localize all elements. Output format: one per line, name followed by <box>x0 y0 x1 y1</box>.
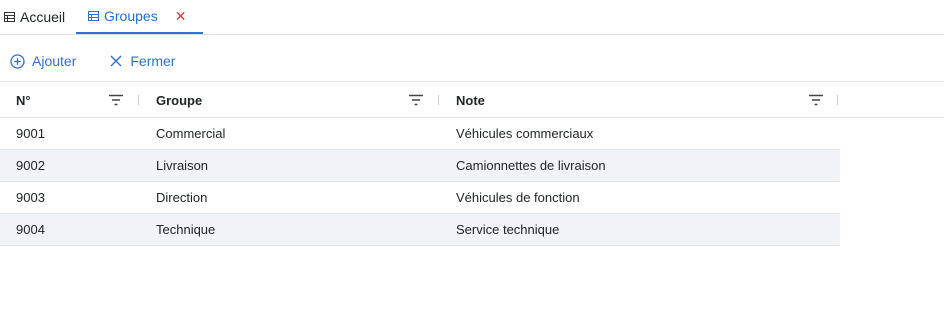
cell-num: 9003 <box>16 190 45 205</box>
filter-icon[interactable] <box>809 94 823 106</box>
plus-circle-icon <box>10 53 25 69</box>
cell-note: Service technique <box>456 222 560 237</box>
tab-groupes-label: Groupes <box>104 8 158 24</box>
filter-icon[interactable] <box>109 94 123 106</box>
column-header-note[interactable]: Note <box>440 82 840 118</box>
column-header-note-label: Note <box>456 92 485 108</box>
close-button[interactable]: Fermer <box>109 53 175 69</box>
column-header-group-label: Groupe <box>156 92 203 108</box>
table-icon <box>88 11 99 21</box>
cell-group: Livraison <box>156 158 209 173</box>
add-button[interactable]: Ajouter <box>10 53 76 69</box>
column-header-num-label: N° <box>16 92 31 108</box>
cell-group: Direction <box>156 190 208 205</box>
filter-icon[interactable] <box>409 94 423 106</box>
cell-num: 9001 <box>16 126 45 141</box>
table-row[interactable]: 9004 Technique Service technique <box>0 214 840 246</box>
table-row[interactable]: 9002 Livraison Camionnettes de livraison <box>0 150 840 182</box>
close-button-label: Fermer <box>130 53 176 69</box>
cell-note: Véhicules commerciaux <box>456 126 594 141</box>
table-row[interactable]: 9003 Direction Véhicules de fonction <box>0 182 840 214</box>
cell-group: Technique <box>156 222 216 237</box>
tab-groupes[interactable]: Groupes ✕ <box>76 0 203 34</box>
table-icon <box>4 12 15 22</box>
close-tab-icon[interactable]: ✕ <box>175 9 187 23</box>
cell-num: 9004 <box>16 222 45 237</box>
column-header-group[interactable]: Groupe <box>140 82 440 118</box>
table-header: N° Groupe Note <box>0 81 944 118</box>
column-separator[interactable] <box>438 95 439 105</box>
cell-group: Commercial <box>156 126 226 141</box>
add-button-label: Ajouter <box>32 53 77 69</box>
cell-note: Véhicules de fonction <box>456 190 580 205</box>
table-row[interactable]: 9001 Commercial Véhicules commerciaux <box>0 118 840 150</box>
tab-bar: Accueil Groupes ✕ <box>0 0 944 35</box>
tab-accueil-label: Accueil <box>20 9 66 25</box>
column-separator[interactable] <box>138 95 139 105</box>
close-icon <box>110 55 122 67</box>
cell-note: Camionnettes de livraison <box>456 158 606 173</box>
column-separator[interactable] <box>837 95 838 105</box>
cell-num: 9002 <box>16 158 45 173</box>
groups-table: N° Groupe Note 9001 Commercial Véhicules… <box>0 81 944 246</box>
tab-accueil[interactable]: Accueil <box>4 0 65 34</box>
toolbar: Ajouter Fermer <box>0 46 175 76</box>
